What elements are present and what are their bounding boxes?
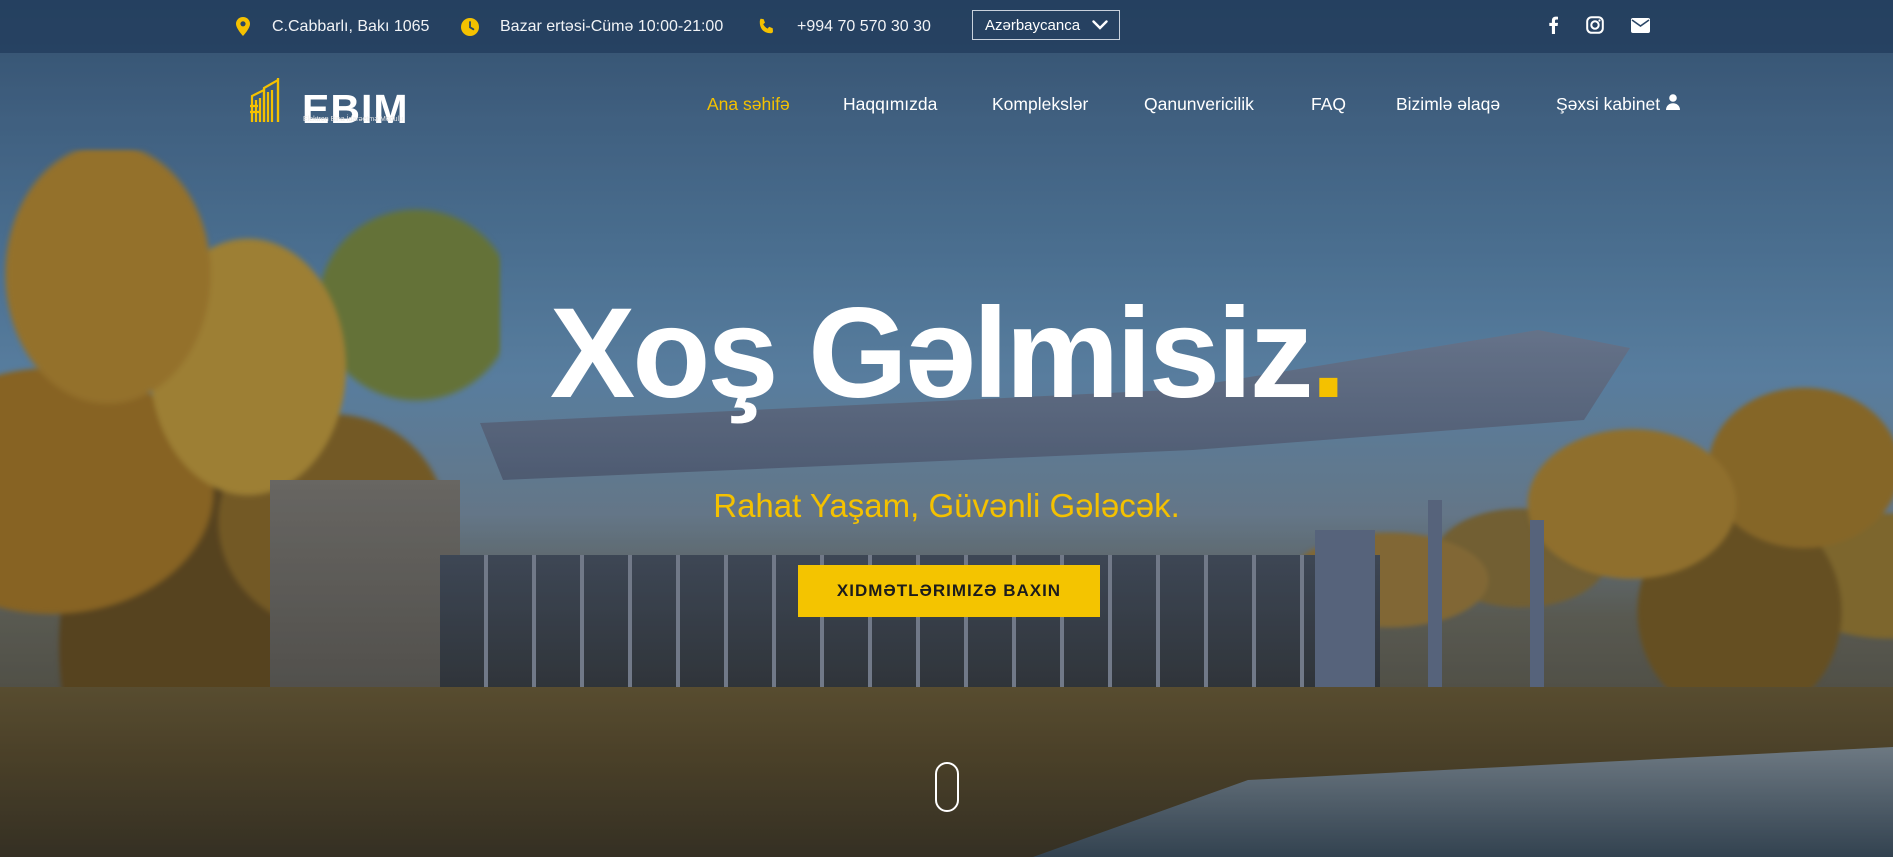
- address-text: C.Cabbarlı, Bakı 1065: [272, 17, 430, 35]
- nav-personal-cabinet-label: Şəxsi kabinet: [1556, 94, 1661, 114]
- logo[interactable]: EBIM Elektron Bina İdarəetmə Modulu: [250, 76, 409, 132]
- instagram-icon[interactable]: [1584, 14, 1606, 36]
- user-icon: [1666, 94, 1681, 115]
- building-logo-icon: [250, 76, 304, 129]
- logo-subtitle: Elektron Bina İdarəetmə Modulu: [303, 116, 403, 123]
- nav-legislation[interactable]: Qanunvericilik: [1144, 94, 1254, 115]
- mouse-scroll-icon[interactable]: [935, 762, 959, 812]
- top-bar: C.Cabbarlı, Bakı 1065 Bazar ertəsi-Cümə …: [0, 0, 1893, 53]
- facebook-icon[interactable]: [1542, 14, 1564, 36]
- services-button[interactable]: XIDMƏTLƏRIMIZƏ BAXIN: [798, 565, 1100, 617]
- language-selected: Azərbaycanca: [985, 16, 1081, 34]
- nav-contact[interactable]: Bizimlə əlaqə: [1396, 94, 1500, 115]
- clock-icon: [461, 17, 479, 36]
- hours-item: Bazar ertəsi-Cümə 10:00-21:00: [461, 0, 723, 53]
- logo-word: EBIM: [302, 86, 409, 132]
- nav-personal-cabinet[interactable]: Şəxsi kabinet: [1556, 94, 1681, 115]
- hero-tagline: Rahat Yaşam, Güvənli Gələcək.: [713, 487, 1180, 524]
- language-select[interactable]: Azərbaycanca: [972, 10, 1120, 40]
- hero-headline-dot: .: [1310, 282, 1347, 425]
- envelope-icon[interactable]: [1629, 14, 1651, 36]
- nav-home[interactable]: Ana səhifə: [707, 94, 790, 115]
- address-item: C.Cabbarlı, Bakı 1065: [236, 0, 429, 53]
- hero-headline-text: Xoş Gəlmisiz: [549, 282, 1314, 425]
- chevron-down-icon: [1092, 17, 1108, 34]
- nav-complexes[interactable]: Komplekslər: [992, 94, 1088, 115]
- hero-headline: Xoş Gəlmisiz.: [0, 290, 1893, 418]
- map-pin-icon: [236, 17, 250, 36]
- hours-text: Bazar ertəsi-Cümə 10:00-21:00: [500, 17, 724, 35]
- nav-about[interactable]: Haqqımızda: [843, 94, 937, 115]
- phone-item[interactable]: +994 70 570 30 30: [757, 0, 931, 53]
- nav-faq[interactable]: FAQ: [1311, 94, 1346, 115]
- phone-text[interactable]: +994 70 570 30 30: [797, 18, 931, 36]
- phone-icon: [757, 18, 775, 36]
